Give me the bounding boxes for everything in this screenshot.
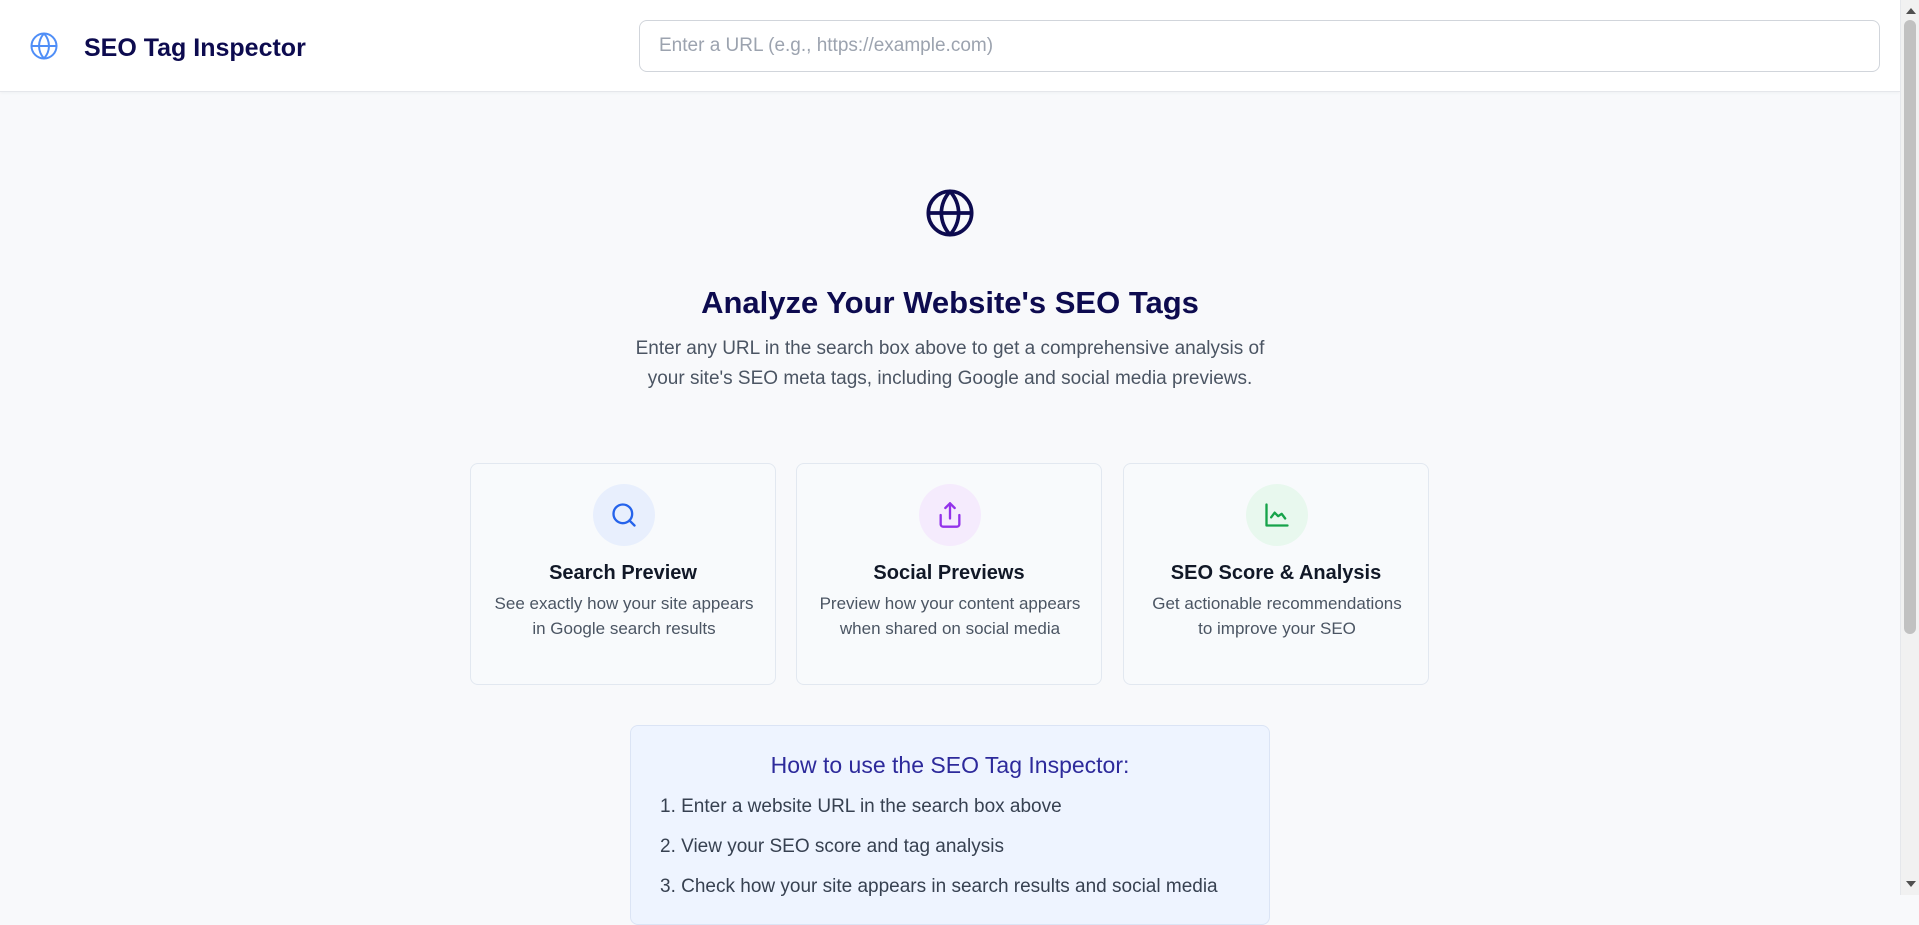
feature-title: Search Preview <box>549 562 697 584</box>
url-search-input[interactable] <box>639 20 1880 72</box>
share-icon <box>919 484 981 546</box>
feature-description: Get actionable recommendations to improv… <box>1152 594 1402 638</box>
feature-title: SEO Score & Analysis <box>1170 562 1382 584</box>
feature-title: Social Previews <box>873 562 1025 584</box>
app-title: SEO Tag Inspector <box>84 34 306 62</box>
hero-globe-icon <box>924 187 976 239</box>
chart-icon <box>1246 484 1308 546</box>
globe-icon <box>29 31 59 61</box>
how-to-panel: How to use the SEO Tag Inspector: 1. Ent… <box>630 725 1270 925</box>
feature-description: Preview how your content appears when sh… <box>819 594 1081 638</box>
hero-description: Enter any URL in the search box above to… <box>635 338 1265 389</box>
how-to-step: 1. Enter a website URL in the search box… <box>660 796 1062 817</box>
scroll-down-icon[interactable] <box>1906 881 1916 887</box>
feature-card-seo-score: SEO Score & Analysis Get actionable reco… <box>1123 463 1429 685</box>
how-to-title: How to use the SEO Tag Inspector: <box>770 752 1130 778</box>
how-to-step: 3. Check how your site appears in search… <box>660 876 1218 897</box>
hero-title: Analyze Your Website's SEO Tags <box>701 285 1199 320</box>
feature-card-search-preview: Search Preview See exactly how your site… <box>470 463 776 685</box>
search-icon <box>593 484 655 546</box>
scroll-up-icon[interactable] <box>1906 8 1916 14</box>
app-header: SEO Tag Inspector <box>0 0 1900 92</box>
feature-card-social-previews: Social Previews Preview how your content… <box>796 463 1102 685</box>
feature-description: See exactly how your site appears in Goo… <box>494 594 754 638</box>
vertical-scrollbar[interactable] <box>1900 0 1919 895</box>
how-to-step: 2. View your SEO score and tag analysis <box>660 836 1004 857</box>
scrollbar-thumb[interactable] <box>1904 20 1916 634</box>
